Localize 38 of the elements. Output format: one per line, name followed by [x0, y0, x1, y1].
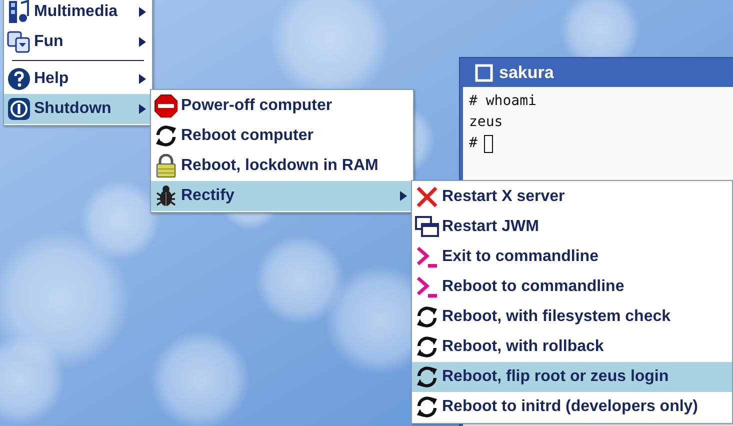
window-icon	[475, 64, 493, 82]
menu-item[interactable]: Reboot computer	[151, 121, 413, 151]
windows-icon	[415, 215, 439, 239]
menu-item[interactable]: Reboot, with filesystem check	[412, 302, 732, 332]
reboot-icon	[415, 335, 439, 359]
window-title: sakura	[499, 62, 554, 82]
cards-icon	[7, 30, 31, 54]
prompt-icon	[415, 245, 439, 269]
menu-item[interactable]: Reboot, lockdown in RAM	[151, 151, 413, 181]
menu-item[interactable]: Exit to commandline	[412, 242, 732, 272]
menu-item[interactable]: Restart JWM	[412, 212, 732, 242]
menu-item[interactable]: Power-off computer	[151, 91, 413, 121]
film-music-icon	[7, 0, 31, 24]
menu-item[interactable]: Reboot, with rollback	[412, 332, 732, 362]
menu-item[interactable]: Fun	[4, 27, 152, 57]
stop-sign-icon	[154, 94, 178, 118]
menu-item[interactable]: Reboot to commandline	[412, 272, 732, 302]
reboot-icon	[154, 124, 178, 148]
reboot-icon	[415, 395, 439, 419]
power-icon	[7, 97, 31, 121]
menu-item[interactable]: Restart X server	[412, 182, 732, 212]
menu-item[interactable]: Help	[4, 64, 152, 94]
help-icon	[7, 67, 31, 91]
reboot-icon	[415, 305, 439, 329]
terminal-line: zeus	[469, 113, 503, 132]
menu-item[interactable]: Multimedia	[4, 0, 152, 27]
bug-icon	[154, 184, 178, 208]
terminal-line: #	[469, 134, 478, 153]
cursor	[484, 134, 494, 152]
prompt-icon	[415, 275, 439, 299]
reboot-icon	[415, 365, 439, 389]
cross-icon	[415, 185, 439, 209]
menu-item[interactable]: Reboot to initrd (developers only)	[412, 392, 732, 422]
menu-item[interactable]: Rectify	[151, 181, 413, 211]
menu-item[interactable]: Shutdown	[4, 94, 152, 124]
terminal-line: # whoami	[469, 92, 536, 111]
padlock-icon	[154, 154, 178, 178]
menu-item[interactable]: Reboot, flip root or zeus login	[412, 362, 732, 392]
